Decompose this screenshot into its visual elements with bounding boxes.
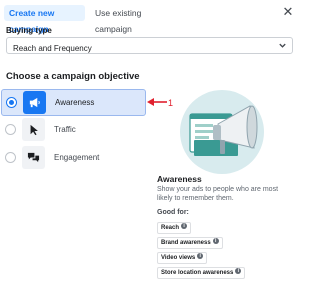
- info-icon[interactable]: i: [181, 223, 188, 230]
- objective-detail-title: Awareness: [157, 174, 202, 184]
- buying-type-label: Buying type: [6, 26, 52, 35]
- tag-label: Reach: [161, 225, 180, 231]
- cursor-icon: [22, 118, 45, 141]
- objective-heading: Choose a campaign objective: [6, 71, 140, 82]
- objective-option-traffic[interactable]: Traffic: [1, 117, 146, 144]
- tag-reach: Reach i: [157, 222, 192, 234]
- info-icon[interactable]: i: [235, 268, 242, 275]
- info-icon[interactable]: i: [197, 253, 204, 260]
- objective-label: Traffic: [54, 125, 76, 134]
- objective-label: Awareness: [55, 98, 95, 107]
- buying-type-value: Reach and Frequency: [13, 44, 92, 53]
- megaphone-icon: [23, 91, 46, 114]
- megaphone-illustration-icon: [180, 90, 264, 174]
- tag-label: Video views: [161, 255, 196, 261]
- chat-bubbles-icon: [22, 146, 45, 169]
- buying-type-select[interactable]: Reach and Frequency: [6, 37, 293, 54]
- tab-use-existing-campaign[interactable]: Use existing campaign: [90, 5, 170, 34]
- chevron-down-icon: [279, 43, 286, 48]
- close-icon[interactable]: ✕: [281, 5, 295, 19]
- tag-store-location-awareness: Store location awareness i: [157, 267, 246, 279]
- tag-video-views: Video views i: [157, 252, 208, 264]
- good-for-label: Good for:: [157, 209, 189, 216]
- objective-detail-description: Show your ads to people who are most lik…: [157, 186, 279, 202]
- annotation-arrow-icon: [147, 98, 167, 106]
- info-icon[interactable]: i: [212, 238, 219, 245]
- radio-button[interactable]: [6, 97, 17, 108]
- objective-option-engagement[interactable]: Engagement: [1, 145, 146, 172]
- tag-label: Brand awareness: [161, 240, 211, 246]
- radio-button[interactable]: [5, 152, 16, 163]
- objective-option-awareness[interactable]: Awareness: [1, 89, 146, 116]
- radio-button[interactable]: [5, 124, 16, 135]
- tab-create-new-campaign[interactable]: Create new campaign: [4, 5, 85, 34]
- tag-brand-awareness: Brand awareness i: [157, 237, 223, 249]
- annotation-number: 1: [168, 98, 174, 108]
- tab-bar: Create new campaign Use existing campaig…: [0, 0, 300, 34]
- objective-label: Engagement: [54, 153, 100, 162]
- tag-label: Store location awareness: [161, 270, 234, 276]
